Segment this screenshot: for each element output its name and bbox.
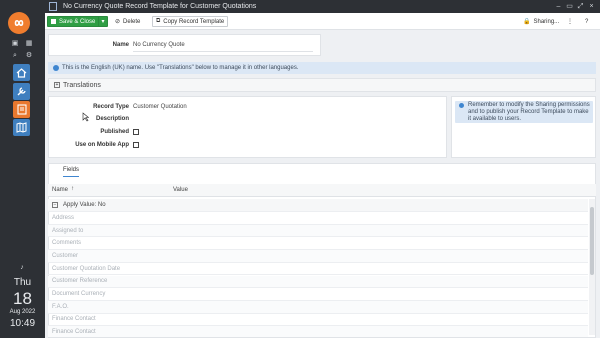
save-close-label: Save & Close (59, 18, 96, 25)
col-name[interactable]: Name (52, 187, 68, 193)
table-row[interactable]: Customer (48, 250, 588, 263)
info-text: This is the English (UK) name. Use "Tran… (62, 65, 299, 71)
nav-tools-button[interactable] (13, 83, 30, 100)
name-label: Name (112, 42, 129, 48)
mouse-cursor-icon (82, 112, 89, 122)
table-row[interactable]: Finance Contact (48, 326, 588, 338)
note-text: Remember to modify the Sharing permissio… (468, 102, 590, 122)
collapse-icon: − (52, 201, 58, 208)
apps-icon[interactable]: ▦ (25, 40, 33, 48)
clock-day: Thu (13, 277, 32, 288)
info-icon (459, 103, 464, 108)
info-icon (53, 65, 59, 71)
table-row[interactable]: Finance Contact (48, 314, 588, 327)
note-card: Remember to modify the Sharing permissio… (451, 96, 596, 158)
table-row[interactable]: F.A.O. (48, 300, 588, 314)
translations-header[interactable]: + Translations (48, 78, 596, 92)
grid-header: Name ↑ Value (48, 184, 596, 197)
save-close-button[interactable]: Save & Close (47, 16, 101, 27)
mobile-app-label: Use on Mobile App (75, 142, 129, 148)
nav-records-button[interactable] (13, 101, 30, 118)
sharing-button[interactable]: 🔒 Sharing... (523, 16, 559, 27)
description-field[interactable] (133, 114, 433, 124)
description-label: Description (95, 116, 129, 122)
help-icon[interactable]: ? (585, 16, 588, 27)
toolbar: Save & Close ▾ ⊘ Delete ⧉ Copy Record Te… (45, 13, 600, 30)
chevron-down-icon: ▾ (101, 19, 105, 25)
tab-fields[interactable]: Fields (63, 167, 80, 177)
mobile-app-checkbox[interactable] (133, 142, 139, 148)
delete-label: Delete (123, 18, 141, 25)
save-options-button[interactable]: ▾ (98, 16, 108, 27)
document-icon (49, 2, 57, 11)
copy-template-button[interactable]: ⧉ Copy Record Template (152, 16, 229, 27)
nav-map-button[interactable] (13, 119, 30, 136)
table-row[interactable]: Comments (48, 237, 588, 251)
name-field[interactable]: No Currency Quote (133, 42, 313, 52)
group-row[interactable]: − Apply Value: No (48, 199, 588, 212)
record-type-label: Record Type (93, 104, 129, 110)
notification-bell-icon[interactable]: ♪ (18, 264, 26, 272)
clock-time: 10:49 (9, 318, 36, 329)
col-value[interactable]: Value (173, 187, 188, 193)
expand-icon[interactable]: ⤢ (576, 2, 585, 11)
translations-label: Translations (63, 81, 101, 89)
restore-icon[interactable]: ▭ (565, 2, 574, 11)
info-bar: This is the English (UK) name. Use "Tran… (48, 62, 596, 74)
clock-date: 18 (13, 289, 32, 308)
copy-icon: ⧉ (156, 18, 161, 24)
window-titlebar: No Currency Quote Record Template for Cu… (45, 0, 600, 13)
table-row[interactable]: Address (48, 212, 588, 225)
delete-button[interactable]: ⊘ Delete (115, 16, 140, 27)
window-title: No Currency Quote Record Template for Cu… (63, 3, 257, 10)
sharing-label: Sharing... (533, 18, 560, 25)
more-options-icon[interactable]: ⋮ (567, 16, 573, 27)
table-row[interactable]: Assigned to (48, 224, 588, 238)
expand-icon: + (54, 82, 60, 88)
save-icon (51, 19, 56, 24)
delete-icon: ⊘ (115, 19, 121, 25)
copy-template-label: Copy Record Template (163, 18, 225, 25)
details-card: Record Type Customer Quotation Descripti… (48, 96, 447, 158)
minimize-icon[interactable]: – (554, 2, 563, 11)
table-row[interactable]: Customer Quotation Date (48, 263, 588, 276)
published-checkbox[interactable] (133, 129, 139, 135)
group-label: Apply Value: No (63, 201, 106, 208)
lock-icon: 🔒 (523, 19, 531, 25)
clock-month-year: Aug 2022 (9, 309, 36, 315)
close-icon[interactable]: × (587, 2, 596, 11)
search-icon[interactable]: ⌕ (11, 52, 19, 60)
record-type-value: Customer Quotation (133, 104, 187, 110)
nav-home-button[interactable] (13, 64, 30, 81)
table-row[interactable]: Customer Reference (48, 275, 588, 289)
table-row[interactable]: Document Currency (48, 288, 588, 301)
name-card: Name No Currency Quote (48, 34, 321, 56)
grid-scrollbar-thumb[interactable] (590, 207, 594, 275)
sort-asc-icon[interactable]: ↑ (71, 186, 74, 192)
settings-icon[interactable]: ⚙ (25, 52, 33, 60)
published-label: Published (100, 129, 129, 135)
app-rail: ▣ ▦ ⌕ ⚙ ♪ Thu 18 Aug 2022 10:49 (0, 0, 45, 338)
home-grid-icon[interactable]: ▣ (11, 40, 19, 48)
app-logo[interactable] (8, 12, 30, 34)
